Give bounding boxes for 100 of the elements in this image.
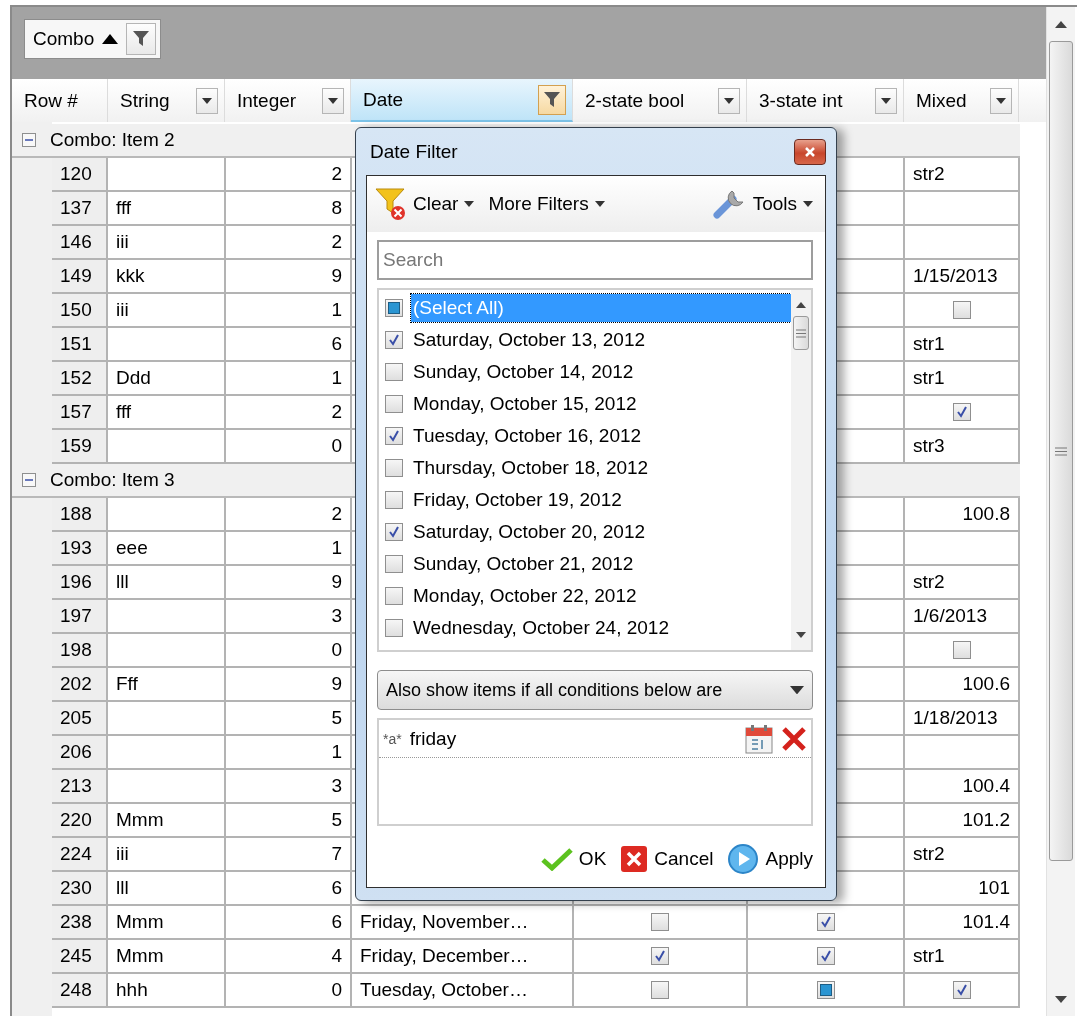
table-cell: 2 <box>226 158 352 192</box>
list-item[interactable]: Thursday, October 18, 2012 <box>379 452 791 484</box>
down-arrow-icon <box>1055 995 1067 1003</box>
table-cell: 0 <box>226 430 352 464</box>
filter-dropdown-button[interactable] <box>875 87 897 114</box>
row-number-cell: 238 <box>52 906 108 940</box>
list-item[interactable]: Friday, October 19, 2012 <box>379 484 791 516</box>
table-cell: 1 <box>226 532 352 566</box>
tools-button[interactable]: Tools <box>712 187 813 221</box>
table-cell: str2 <box>905 838 1020 872</box>
column-header[interactable]: Date <box>351 79 573 122</box>
checkbox[interactable] <box>952 641 971 659</box>
checkbox[interactable] <box>385 491 403 509</box>
caret-icon <box>328 97 338 104</box>
table-cell: 1/18/2013 <box>905 702 1020 736</box>
table-cell: 1/15/2013 <box>905 260 1020 294</box>
more-filters-button[interactable]: More Filters <box>488 193 605 215</box>
row-number-cell: 205 <box>52 702 108 736</box>
table-cell: str1 <box>905 328 1020 362</box>
apply-button[interactable]: Apply <box>727 843 813 875</box>
filter-dropdown-button[interactable] <box>718 87 740 114</box>
group-chip[interactable]: Combo <box>24 19 162 59</box>
checkbox[interactable] <box>952 403 971 421</box>
scrollbar-thumb[interactable] <box>793 316 809 350</box>
checkbox[interactable] <box>385 459 403 477</box>
table-cell: hhh <box>108 974 226 1008</box>
checkbox[interactable] <box>952 981 971 999</box>
table-cell: lll <box>108 566 226 600</box>
table-cell: iii <box>108 294 226 328</box>
cancel-icon <box>620 845 649 873</box>
checkbox[interactable] <box>816 913 835 931</box>
checkbox[interactable] <box>651 981 669 999</box>
list-item[interactable]: Saturday, October 13, 2012 <box>379 324 791 356</box>
table-cell: 0 <box>226 634 352 668</box>
table-cell: 6 <box>226 906 352 940</box>
filter-button[interactable] <box>126 23 157 55</box>
list-item[interactable]: Tuesday, October 16, 2012 <box>379 420 791 452</box>
caret-icon <box>464 201 475 207</box>
list-item[interactable]: Monday, October 22, 2012 <box>379 580 791 612</box>
scrollbar-thumb[interactable] <box>1049 41 1073 861</box>
search-field[interactable]: Search <box>377 240 813 280</box>
collapse-icon[interactable] <box>22 133 36 147</box>
table-cell: Tuesday, October… <box>352 974 574 1008</box>
cancel-button[interactable]: Cancel <box>620 843 714 875</box>
checkbox[interactable] <box>385 331 403 349</box>
checkbox[interactable] <box>385 587 403 605</box>
list-item[interactable]: Saturday, October 20, 2012 <box>379 516 791 548</box>
table-cell: 2 <box>226 226 352 260</box>
caret-icon <box>790 685 804 695</box>
filter-dropdown-button[interactable] <box>196 87 218 114</box>
row-number-cell: 248 <box>52 974 108 1008</box>
row-number-cell: 151 <box>52 328 108 362</box>
checkbox[interactable] <box>385 395 403 413</box>
group-chip-label: Combo <box>33 28 95 50</box>
list-item[interactable]: Monday, October 15, 2012 <box>379 388 791 420</box>
checkbox[interactable] <box>385 555 403 573</box>
table-cell: 9 <box>226 668 352 702</box>
filter-dropdown-button[interactable] <box>990 87 1012 114</box>
close-button[interactable] <box>794 138 826 165</box>
table-cell: 0 <box>226 974 352 1008</box>
table-cell: 1 <box>226 736 352 770</box>
checkbox[interactable] <box>816 981 835 999</box>
checkbox[interactable] <box>385 363 403 381</box>
filter-dropdown-button[interactable] <box>322 87 344 114</box>
delete-button[interactable] <box>781 725 807 752</box>
checkbox[interactable] <box>816 947 835 965</box>
table-cell: Fff <box>108 668 226 702</box>
table-cell: 101 <box>905 872 1020 906</box>
checkbox[interactable] <box>651 947 669 965</box>
row-number-cell: 157 <box>52 396 108 430</box>
checkbox[interactable] <box>952 301 971 319</box>
checkbox[interactable] <box>385 523 403 541</box>
checkbox[interactable] <box>651 913 669 931</box>
table-cell: 9 <box>226 260 352 294</box>
group-label: Combo: Item 3 <box>50 469 175 491</box>
list-item[interactable]: Sunday, October 21, 2012 <box>379 548 791 580</box>
table-cell: str3 <box>905 430 1020 464</box>
operator-label[interactable]: *a* <box>383 730 402 747</box>
list-item[interactable]: Sunday, October 14, 2012 <box>379 356 791 388</box>
checkbox[interactable] <box>385 619 403 637</box>
clear-filter-button[interactable]: Clear <box>375 187 475 221</box>
close-icon <box>804 145 816 158</box>
table-cell: kkk <box>108 260 226 294</box>
condition-value[interactable]: friday <box>409 727 737 750</box>
table-cell: 5 <box>226 804 352 838</box>
calendar-button[interactable] <box>745 723 773 754</box>
collapse-icon[interactable] <box>22 473 36 487</box>
list-item[interactable]: Wednesday, October 24, 2012 <box>379 612 791 644</box>
checkbox[interactable] <box>385 427 403 445</box>
checkbox[interactable] <box>385 299 403 317</box>
condition-mode-dropdown[interactable]: Also show items if all conditions below are <box>377 670 813 710</box>
table-cell: str1 <box>905 940 1020 974</box>
ok-button[interactable]: OK <box>540 843 607 875</box>
grip-icon <box>1055 446 1067 456</box>
table-cell: 6 <box>226 328 352 362</box>
filter-button[interactable] <box>538 84 566 115</box>
table-cell: Mmm <box>108 804 226 838</box>
row-number-cell: 197 <box>52 600 108 634</box>
up-arrow-icon <box>1055 20 1067 28</box>
table-cell: Friday, November… <box>352 906 574 940</box>
